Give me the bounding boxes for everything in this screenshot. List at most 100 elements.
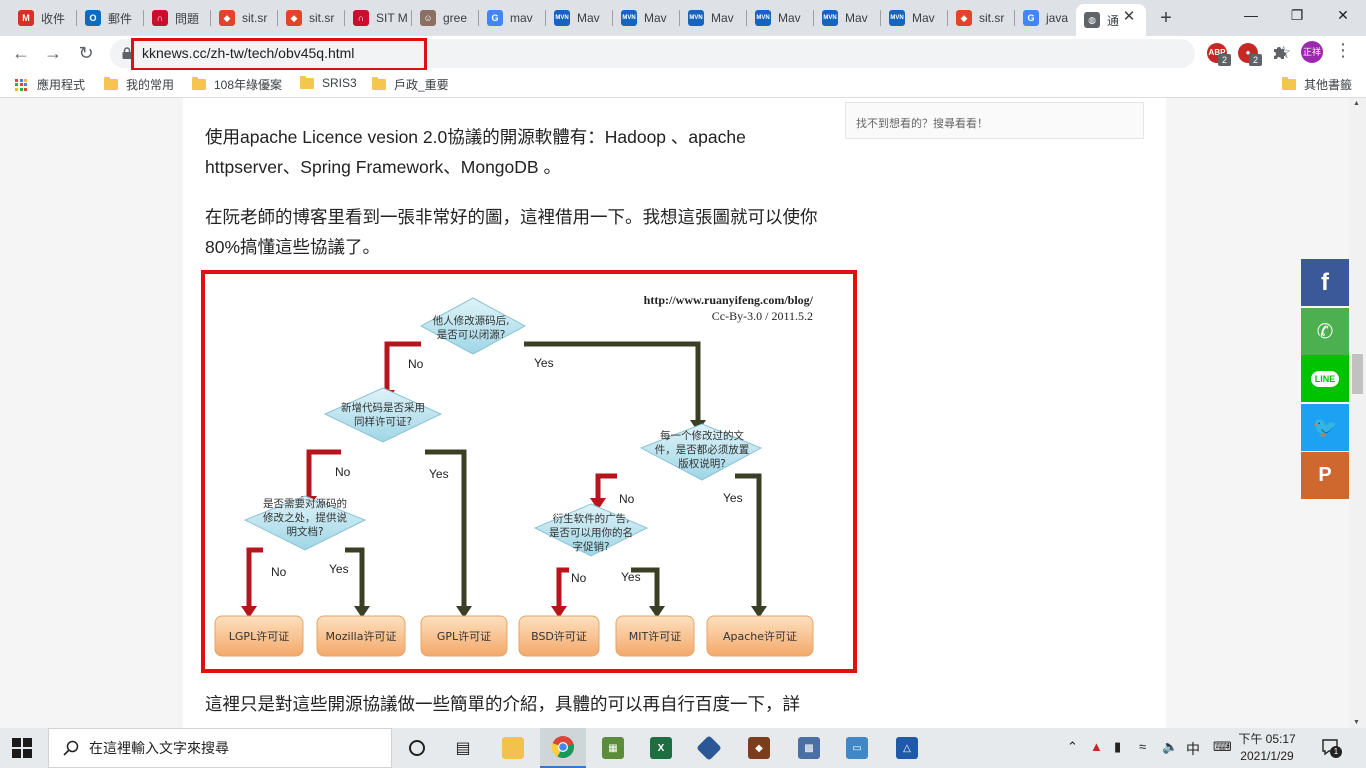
decision-text: 明文档? [286,525,323,538]
yes-label: Yes [621,570,641,584]
forward-arrow-icon[interactable]: → [40,40,66,66]
back-arrow-icon[interactable]: ← [8,40,34,66]
redmine-icon: ∩ [152,10,168,26]
browser-tab[interactable]: ◆ sit.sr [278,4,342,32]
excel-icon: X [650,737,672,759]
browser-tab[interactable]: MVN Mav [680,4,744,32]
bookmark-apps[interactable]: 應用程式 [15,76,85,93]
task-view-button[interactable]: ▤ [440,728,486,768]
browser-tab[interactable]: O 郵件 [77,4,141,32]
taskbar-search-placeholder: 在這裡輸入文字來搜尋 [89,740,229,756]
close-tab-icon[interactable]: ✕ [1120,8,1138,26]
extensions-puzzle-icon[interactable] [1271,45,1287,61]
decision-text: 件，是否都必须放置 [655,443,750,456]
browser-tab[interactable]: MVN Mav [613,4,677,32]
taskbar-chrome[interactable] [540,728,586,768]
windows-start-icon[interactable] [12,738,32,758]
no-label: No [335,465,351,479]
taskbar-file-explorer[interactable] [490,728,536,768]
browser-tab[interactable]: MVN Mav [814,4,878,32]
scroll-up-arrow[interactable]: ▲ [1353,100,1360,107]
bookmark-folder[interactable]: 戶政_重要 [372,76,449,93]
game-app-icon: ◆ [748,737,770,759]
redmine-icon: ∩ [353,10,369,26]
yes-label: Yes [429,467,449,481]
scroll-down-arrow[interactable]: ▼ [1353,719,1360,726]
taskbar-app[interactable]: ▭ [834,728,880,768]
whatsapp-share-icon[interactable]: ✆ [1301,308,1349,355]
clock-time: 下午 05:17 [1238,732,1296,746]
decision-text: 是否需要对源码的 [263,497,347,510]
browser-tab[interactable]: ∩ 問題 [144,4,208,32]
taskbar-excel[interactable]: X [638,728,684,768]
menu-dots-icon[interactable]: ⋮ [1334,40,1352,61]
facebook-share-icon[interactable]: f [1301,259,1349,306]
browser-tab[interactable]: M 收件 [10,4,74,32]
keyboard-icon[interactable]: ⌨ [1213,739,1232,755]
git-app-icon [696,735,722,761]
browser-tab[interactable]: ◆ sit.sr [948,4,1012,32]
browser-tab[interactable]: Gjava [1015,4,1079,32]
site-search-box[interactable]: 找不到想看的？搜尋看看！ [845,102,1144,139]
bookmark-folder[interactable]: 108年綠優案 [192,76,282,93]
tab-title: Mav [711,11,734,25]
twitter-share-icon[interactable]: 🐦 [1301,404,1349,451]
taskbar-app[interactable]: △ [884,728,930,768]
apps-grid-icon [15,78,27,91]
taskbar-app[interactable]: ▦ [590,728,636,768]
notification-center-button[interactable]: 1 [1320,737,1342,759]
battery-icon[interactable]: ▮ [1114,739,1121,755]
bookmark-folder[interactable]: 我的常用 [104,76,174,93]
url-highlight-box [131,38,427,71]
license-flowchart-figure: http://www.ruanyifeng.com/blog/ Cc-By-3.… [201,270,857,673]
browser-tab[interactable]: MVN Mav [747,4,811,32]
browser-tab[interactable]: ◆ sit.sr [211,4,275,32]
volume-icon[interactable]: 🔈 [1162,739,1178,755]
decision-text: 每一个修改过的文 [660,429,744,442]
browser-tab[interactable]: MVN Mav [546,4,610,32]
taskbar-app[interactable]: ▩ [786,728,832,768]
decision-text: 版权说明? [678,457,726,470]
ublock-badge: 2 [1249,54,1262,66]
no-label: No [408,357,424,371]
bookmark-folder[interactable]: SRIS3 [300,75,357,90]
taskbar-app[interactable]: ◆ [736,728,782,768]
new-tab-button[interactable]: + [1154,6,1178,30]
google-icon: G [487,10,503,26]
avatar-icon: ☺ [420,10,436,26]
tab-title: java [1046,11,1069,25]
scrollbar-thumb[interactable] [1352,354,1363,394]
minimize-button[interactable]: — [1228,0,1274,30]
decision-text: 字促销? [572,540,609,553]
wifi-icon[interactable]: ≈ [1139,739,1146,754]
tray-app-icon[interactable]: ▲ [1090,739,1103,754]
restore-button[interactable]: ❐ [1274,0,1320,30]
ime-indicator[interactable]: 中 [1186,739,1200,759]
taskbar-search-box[interactable]: 在這裡輸入文字來搜尋 [48,728,392,768]
license-flowchart: http://www.ruanyifeng.com/blog/ Cc-By-3.… [214,293,814,657]
tab-strip: M 收件 O 郵件 ∩ 問題 ◆ sit.sr ◆ sit.sr ∩ SIT M ☺ gree Gmav MV… [0,0,1366,36]
no-label: No [271,565,287,579]
close-window-button[interactable]: ✕ [1320,0,1366,30]
tab-title: 通 [1107,13,1120,28]
decision-text: 新增代码是否采用 [341,401,425,414]
cortana-button[interactable] [394,728,440,768]
reload-icon[interactable]: ↻ [73,40,99,66]
bookmark-label: 我的常用 [126,78,175,92]
browser-tab[interactable]: MVN Mav [881,4,945,32]
browser-tab[interactable]: ☺ gree [412,4,476,32]
folder-icon [104,77,118,90]
maven-icon: MVN [889,10,905,26]
plurk-share-icon[interactable]: P [1301,452,1349,499]
tray-expand-icon[interactable]: ⌃ [1067,739,1078,755]
bookmark-folder-other[interactable]: 其他書籤 [1282,76,1352,93]
profile-avatar[interactable]: 正祥 [1301,41,1323,63]
browser-tab[interactable]: ∩ SIT M [345,4,409,32]
line-share-icon[interactable]: LINE [1301,355,1349,402]
vertical-scrollbar[interactable]: ▲ ▼ [1349,98,1366,728]
bookmark-label: 戶政_重要 [394,78,449,92]
taskbar-app[interactable] [686,728,732,768]
taskbar-clock[interactable]: 下午 05:17 2021/1/29 [1236,731,1298,765]
article-paragraph: 這裡只是對這些開源協議做一些簡單的介紹，具體的可以再自行百度一下，詳 [205,694,800,714]
browser-tab[interactable]: Gmav [479,4,543,32]
